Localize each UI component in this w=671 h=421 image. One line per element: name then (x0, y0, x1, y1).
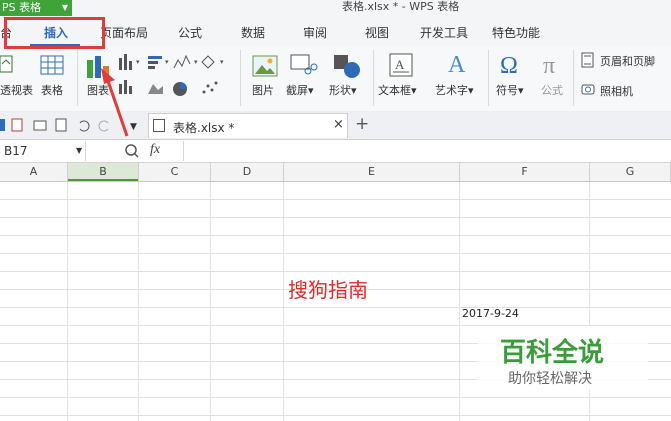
pivot-table-label[interactable]: 透视表 (0, 82, 33, 98)
shape-label[interactable]: 形状▾ (329, 82, 357, 98)
app-menu-button[interactable]: PS 表格 ▼ (0, 0, 72, 16)
close-icon[interactable]: × (333, 117, 344, 132)
grid-line (138, 182, 139, 421)
column-header-c[interactable]: C (139, 163, 211, 181)
document-icon (153, 119, 165, 132)
svg-text:▾: ▾ (136, 58, 140, 66)
divider (77, 50, 78, 106)
column-header-b[interactable]: B (68, 163, 139, 181)
title-bar (0, 0, 671, 16)
grid-line (67, 182, 68, 421)
tab-data[interactable]: 数据 (241, 16, 265, 46)
watermark-title: 百科全说 (500, 338, 605, 368)
scissors-icon[interactable] (290, 53, 318, 77)
cell-text[interactable]: 搜狗指南 (288, 274, 368, 303)
highlight-box (4, 17, 105, 49)
svg-text:Ω: Ω (500, 53, 518, 78)
chevron-down-icon: ▾ (308, 84, 314, 97)
save-icon (0, 119, 5, 131)
line-chart-icon (173, 54, 191, 69)
chevron-down-icon: ▼ (76, 146, 83, 155)
chevron-down-icon: ▾ (351, 84, 357, 97)
preview-icon (55, 118, 67, 132)
red-arrow-annotation (101, 68, 129, 137)
svg-text:▾: ▾ (194, 58, 198, 66)
chevron-down-icon: ▾ (468, 84, 474, 97)
zoom-search-icon[interactable] (124, 143, 140, 159)
svg-text:A: A (448, 52, 466, 78)
date-cell[interactable]: 2017-9-24 (462, 307, 519, 320)
screenshot-label[interactable]: 截屏▾ (286, 82, 314, 98)
table-icon[interactable] (40, 55, 64, 75)
print-icon (33, 120, 47, 131)
table-label[interactable]: 表格 (41, 82, 63, 98)
svg-text:A: A (395, 57, 405, 72)
column-header-f[interactable]: F (460, 163, 590, 181)
textbox-icon[interactable]: A (389, 53, 413, 77)
name-box[interactable]: B17 ▼ (0, 141, 86, 161)
name-box-value: B17 (4, 144, 28, 158)
document-tab-title: 表格.xlsx * (173, 121, 235, 135)
camera-icon[interactable] (581, 82, 595, 96)
symbol-label[interactable]: 符号▾ (496, 82, 524, 98)
tab-developer[interactable]: 开发工具 (420, 16, 468, 46)
picture-label[interactable]: 图片 (252, 82, 274, 98)
bar-chart-icon (148, 56, 162, 69)
chevron-down-icon: ▾ (518, 84, 524, 97)
textbox-label[interactable]: 文本框▾ (378, 82, 417, 98)
grid-line (283, 182, 284, 421)
pivot-table-icon[interactable] (0, 54, 14, 74)
document-tab[interactable]: 表格.xlsx * × (148, 113, 348, 138)
pi-icon[interactable]: π (541, 50, 567, 78)
tab-review[interactable]: 审阅 (303, 16, 327, 46)
header-footer-icon[interactable] (581, 52, 595, 68)
svg-text:π: π (543, 53, 555, 78)
column-header-e[interactable]: E (284, 163, 460, 181)
divider (488, 50, 489, 106)
header-footer-label[interactable]: 页眉和页脚 (600, 53, 655, 69)
window-title: 表格.xlsx * - WPS 表格 (342, 0, 460, 13)
grid-line (210, 182, 211, 421)
tab-view[interactable]: 视图 (365, 16, 389, 46)
new-tab-button[interactable]: + (355, 114, 369, 134)
tab-special[interactable]: 特色功能 (492, 16, 540, 46)
tab-formula[interactable]: 公式 (178, 16, 202, 46)
art-text-label[interactable]: 艺术字▾ (435, 82, 474, 98)
watermark-subtitle: 助你轻松解决 (508, 371, 592, 387)
picture-icon[interactable] (252, 55, 278, 77)
camera-label[interactable]: 照相机 (600, 83, 633, 99)
chevron-down-icon: ▾ (411, 84, 417, 97)
divider (240, 50, 241, 106)
tab-page-layout[interactable]: 页面布局 (100, 16, 148, 46)
area-chart-icon (148, 84, 163, 94)
fx-icon[interactable]: fx (150, 142, 160, 158)
divider (373, 50, 374, 106)
shape-icon[interactable] (332, 53, 362, 79)
column-header-d[interactable]: D (211, 163, 284, 181)
svg-text:▾: ▾ (220, 58, 224, 66)
column-header-a[interactable]: A (0, 163, 68, 181)
divider (573, 50, 574, 106)
art-text-icon[interactable]: A (446, 50, 472, 78)
formula-input[interactable] (183, 141, 671, 161)
formula-label[interactable]: 公式 (541, 82, 563, 98)
scatter-chart-icon (202, 81, 218, 94)
chevron-down-icon: ▼ (61, 3, 68, 12)
column-header-g[interactable]: G (590, 163, 671, 181)
pdf-icon (11, 118, 23, 132)
grid-line (459, 182, 460, 421)
app-label: PS 表格 (2, 1, 42, 14)
omega-icon[interactable]: Ω (498, 50, 526, 78)
undo-icon (79, 120, 90, 132)
radar-chart-icon (201, 55, 215, 69)
svg-text:▾: ▾ (165, 58, 169, 66)
